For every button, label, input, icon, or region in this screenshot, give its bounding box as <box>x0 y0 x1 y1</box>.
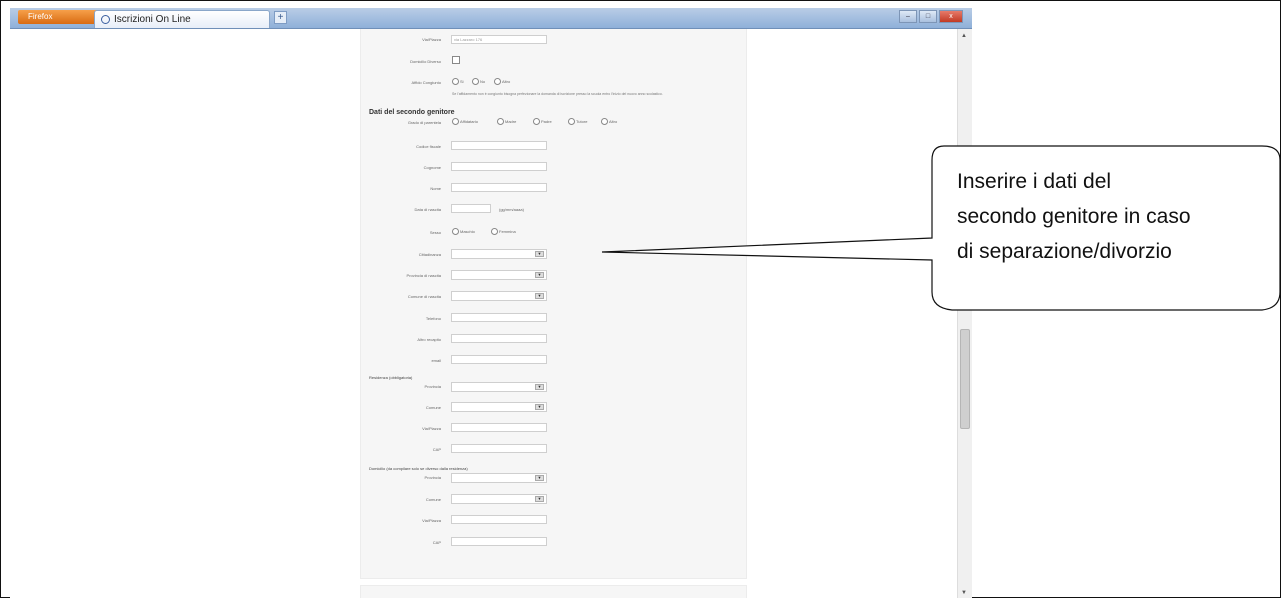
callout-line-2: secondo genitore in caso <box>957 205 1191 228</box>
callout-line-1: Inserire i dati del <box>957 170 1112 193</box>
callout-bubble <box>601 145 1281 311</box>
callout-line-3: di separazione/divorzio <box>957 240 1172 263</box>
callout-text: Inserire i dati del secondo genitore in … <box>957 164 1267 269</box>
